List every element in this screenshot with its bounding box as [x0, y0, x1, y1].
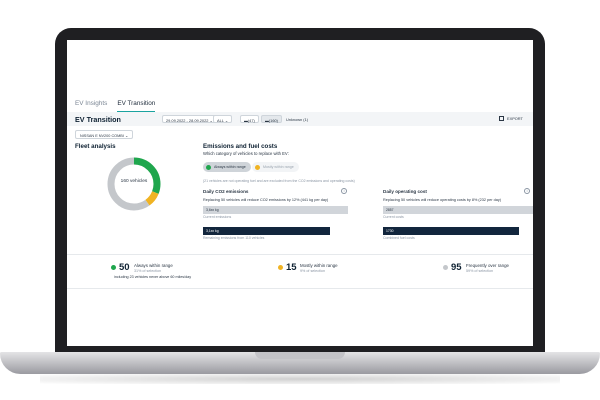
co2-info-icon[interactable]: i	[341, 188, 347, 194]
grey-dot-icon	[443, 265, 448, 270]
tab-ev-insights[interactable]: EV Insights	[75, 100, 107, 112]
co2-current-label: Current emissions	[203, 215, 232, 219]
excluded-note: (21 vehicles are not operating fuel and …	[203, 179, 355, 183]
tab-ev-transition[interactable]: EV Transition	[117, 100, 156, 112]
stat-note: including 23 vehicles never above 60 mil…	[114, 275, 192, 279]
vehicle-type-car[interactable]: ▬(47)	[240, 115, 259, 123]
emissions-title: Emissions and fuel costs	[203, 143, 278, 150]
stat-label: Mostly within range	[300, 263, 338, 268]
tab-bar: EV Insights EV Transition	[75, 100, 156, 112]
toggle-mostly-within-range[interactable]: Mostly within range	[252, 162, 299, 172]
chevron-down-icon: ⌄	[124, 134, 129, 138]
co2-description: Replacing 50 vehicles will reduce CO2 em…	[203, 198, 329, 202]
stat-value: 95	[451, 262, 462, 273]
green-dot-icon	[111, 265, 116, 270]
stat-label: Frequently over range	[466, 263, 509, 268]
cost-title: Daily operating cost	[383, 189, 427, 194]
laptop-mockup: EV Insights EV Transition EV Transition …	[0, 0, 600, 400]
green-dot-icon	[206, 164, 211, 170]
stat-value: 15	[286, 262, 297, 273]
co2-title: Daily CO2 emissions	[203, 189, 249, 194]
date-range-picker[interactable]: 29.09.2022 - 28.09.2022 ⌄	[162, 115, 217, 123]
stat-percent: 31% of selection	[134, 269, 162, 273]
vehicle-count-car: (47)	[247, 117, 255, 123]
page-title: EV Transition	[75, 115, 121, 124]
model-filter[interactable]: NISSAN E NV200 COMBI ⌄	[75, 130, 134, 139]
model-filter-text: NISSAN E NV200 COMBI	[80, 134, 124, 138]
co2-remaining-label: Remaining emissions from 110 vehicles	[203, 236, 265, 240]
laptop-notch	[255, 352, 345, 359]
filter-select[interactable]: ALL ⌄	[213, 115, 233, 123]
stat-percent: 9% of selection	[300, 269, 326, 273]
yellow-dot-icon	[255, 164, 260, 170]
cost-combined-bar: 1730	[383, 227, 519, 235]
cost-combined-label: Combined fuel costs	[383, 236, 415, 240]
export-button[interactable]: EXPORT	[499, 116, 523, 121]
cost-current-bar: 2857	[383, 206, 533, 214]
toggle-on-label: Always within range	[214, 164, 246, 169]
cost-description: Replacing 50 vehicles will reduce operat…	[383, 198, 501, 202]
fleet-donut-chart	[107, 157, 161, 211]
export-label: EXPORT	[507, 116, 523, 121]
stat-value: 50	[119, 262, 130, 273]
yellow-dot-icon	[278, 265, 283, 270]
laptop-shadow	[40, 374, 560, 384]
toggle-off-label: Mostly within range	[263, 164, 294, 169]
section-divider	[67, 254, 533, 255]
cost-current-label: Current costs	[383, 215, 404, 219]
vehicle-count-van: (160)	[268, 117, 278, 123]
toggle-always-within-range[interactable]: Always within range	[203, 162, 251, 172]
date-range-text: 29.09.2022 - 28.09.2022	[166, 117, 209, 123]
vehicle-type-unknown[interactable]: Unknown (1)	[286, 117, 308, 122]
export-icon	[499, 116, 504, 121]
stat-percent: 59% of selection	[466, 269, 494, 273]
co2-remaining-bar: 3,1xx kg	[203, 227, 330, 235]
fleet-analysis-title: Fleet analysis	[75, 143, 116, 150]
cost-info-icon[interactable]: i	[524, 188, 530, 194]
stat-label: Always within range	[134, 263, 173, 268]
replace-question: Which category of vehicles to replace wi…	[203, 151, 289, 156]
chevron-down-icon: ⌄	[224, 117, 229, 123]
vehicle-type-van[interactable]: ▬(160)	[261, 115, 282, 123]
co2-current-bar: 3,6xx kg	[203, 206, 348, 214]
filter-select-text: ALL	[217, 117, 224, 123]
fleet-vehicle-count: 160 vehicles	[120, 179, 148, 184]
laptop-screen: EV Insights EV Transition EV Transition …	[67, 40, 533, 346]
footer-divider	[67, 288, 533, 289]
